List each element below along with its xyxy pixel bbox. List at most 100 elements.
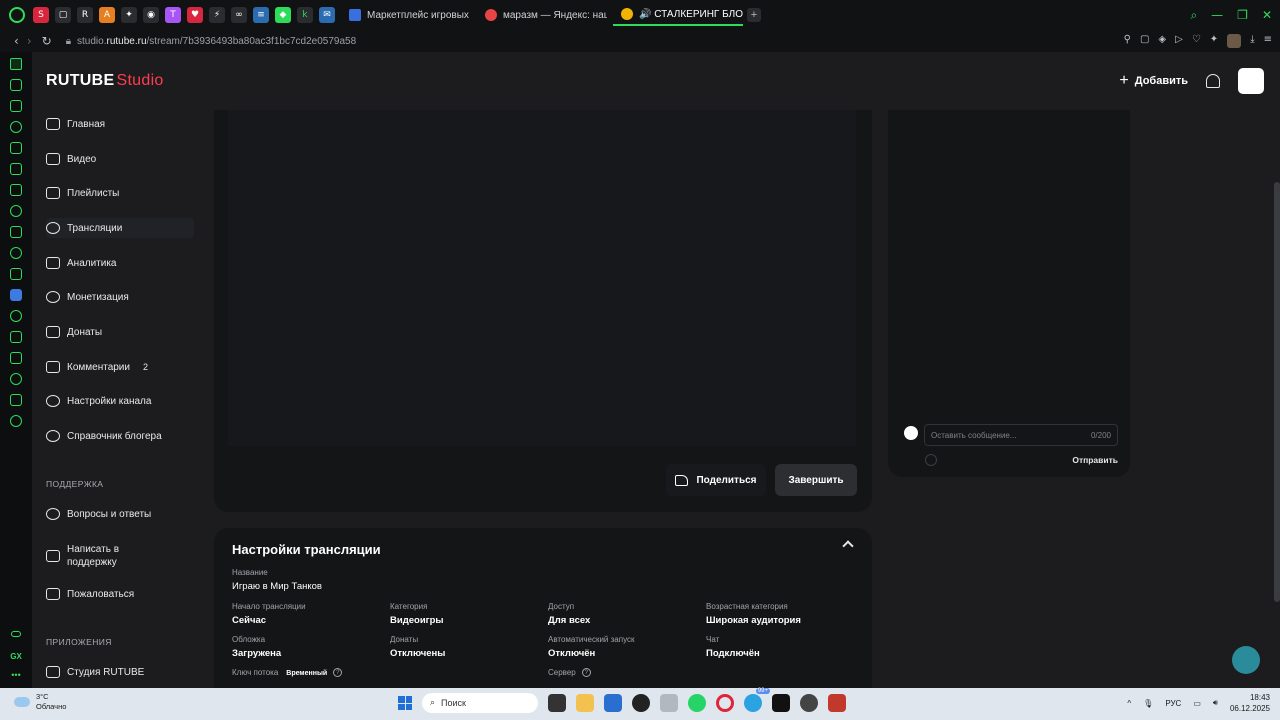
taskbar-search[interactable]: ⌕ Поиск	[422, 693, 538, 713]
file-explorer-icon[interactable]	[576, 694, 594, 712]
pinned-tab-icon[interactable]: ◆	[275, 7, 291, 23]
rutube-studio-logo[interactable]: RUTUBE Studio	[46, 72, 164, 90]
whatsapp-icon[interactable]	[688, 694, 706, 712]
vk-icon[interactable]	[10, 289, 22, 301]
sidebar-item-broadcasts[interactable]: Трансляции	[46, 218, 194, 238]
extensions-icon[interactable]: ✦	[1210, 34, 1218, 48]
microphone-icon[interactable]: 🎙︎	[1143, 699, 1153, 708]
telegram-icon[interactable]: 99+	[744, 688, 770, 712]
sidebar-item-playlists[interactable]: Плейлисты	[46, 183, 194, 203]
bell-icon[interactable]	[1206, 74, 1220, 88]
gamepad-icon[interactable]	[10, 79, 22, 91]
opera-logo-icon[interactable]	[9, 7, 25, 23]
minimize-icon[interactable]: —	[1211, 8, 1223, 23]
close-icon[interactable]: ✕	[1262, 8, 1272, 23]
help-icon[interactable]: ?	[581, 668, 591, 678]
sidebar-item-write-support[interactable]: Написать в поддержку	[46, 542, 156, 570]
extensions-icon[interactable]	[10, 394, 22, 406]
page-scrollbar[interactable]	[1274, 182, 1280, 602]
sidebar-item-home[interactable]: Главная	[46, 114, 194, 134]
new-tab-button[interactable]: +	[747, 8, 761, 22]
windows-start-icon[interactable]	[398, 696, 412, 710]
game-icon[interactable]	[828, 694, 846, 712]
pinned-tab-icon[interactable]: T	[165, 7, 181, 23]
sidebar-item-blogger-guide[interactable]: Справочник блогера	[46, 426, 194, 446]
m-icon[interactable]	[10, 184, 22, 196]
sidebar-item-monetization[interactable]: Монетизация	[46, 287, 194, 307]
media-player-icon[interactable]	[632, 694, 650, 712]
sidebar-item-studio-app[interactable]: Студия RUTUBE	[46, 662, 194, 682]
pinned-tab-icon[interactable]: ▢	[55, 7, 71, 23]
steam-icon[interactable]	[800, 694, 818, 712]
whatsapp-icon[interactable]	[10, 247, 22, 259]
send-icon[interactable]	[10, 331, 22, 343]
snapshot-icon[interactable]: ▢	[1140, 34, 1149, 48]
maximize-icon[interactable]: ❐	[1237, 8, 1248, 23]
gx-icon[interactable]: GX	[10, 652, 22, 661]
sidebar-item-donations[interactable]: Донаты	[46, 322, 194, 342]
emoji-icon[interactable]	[925, 454, 937, 466]
share-button[interactable]: Поделиться	[666, 464, 766, 496]
more-icon[interactable]: •••	[11, 670, 20, 680]
history-icon[interactable]	[10, 373, 22, 385]
pinned-tab-icon[interactable]: ≡	[253, 7, 269, 23]
pinned-tab-icon[interactable]: ◉	[143, 7, 159, 23]
heart-icon[interactable]: ♡	[1192, 34, 1201, 48]
clock[interactable]: 18:43 06.12.2025	[1230, 692, 1270, 714]
shield-icon[interactable]: ◈	[1158, 34, 1166, 48]
mods-icon[interactable]	[11, 631, 21, 637]
pin-icon[interactable]: ⚲	[1124, 34, 1131, 48]
volume-icon[interactable]: 🔊︎	[1213, 698, 1218, 708]
sidebar-item-faq[interactable]: Вопросы и ответы	[46, 504, 194, 524]
twitch-icon[interactable]	[10, 100, 22, 112]
player-icon[interactable]	[10, 310, 22, 322]
pinned-tab-icon[interactable]: ⚡	[209, 7, 225, 23]
task-view-icon[interactable]	[548, 694, 566, 712]
search-tabs-icon[interactable]: ⌕	[1190, 8, 1197, 23]
sidebar-item-video[interactable]: Видео	[46, 149, 194, 169]
chevron-up-icon[interactable]: ^	[1127, 699, 1131, 708]
weather-widget[interactable]: 3°C Облачно	[14, 692, 66, 712]
opera-icon[interactable]	[716, 694, 734, 712]
floating-chat-button[interactable]	[1232, 646, 1260, 674]
send-button[interactable]: Отправить	[1072, 455, 1118, 465]
avatar[interactable]	[1238, 68, 1264, 94]
profile-icon[interactable]	[1227, 34, 1242, 48]
language-indicator[interactable]: РУС	[1165, 699, 1181, 708]
settings-icon[interactable]	[10, 415, 22, 427]
sidebar-item-report[interactable]: Пожаловаться	[46, 584, 194, 604]
pinned-tab-icon[interactable]: k	[297, 7, 313, 23]
play-icon[interactable]: ▷	[1175, 34, 1183, 48]
forward-icon[interactable]: ›	[27, 34, 32, 48]
browser-tab[interactable]: маразм — Яндекс: нашл	[477, 4, 607, 26]
limiter-icon[interactable]	[10, 142, 22, 154]
url-field[interactable]: 🔒︎ studio.rutube.ru/stream/7b3936493ba80…	[66, 36, 356, 47]
back-icon[interactable]: ‹	[14, 34, 19, 48]
stream-preview[interactable]	[228, 110, 856, 446]
speed-icon[interactable]	[10, 121, 22, 133]
chat-message-input[interactable]: Оставить сообщение... 0/200	[924, 424, 1118, 446]
pinned-tab-icon[interactable]: ✦	[121, 7, 137, 23]
home-icon[interactable]	[10, 58, 22, 70]
pinned-tab-icon[interactable]: A	[99, 7, 115, 23]
network-icon[interactable]: ▭	[1193, 699, 1201, 708]
browser-tab-active[interactable]: 🔊 СТАЛКЕРИНГ БЛОГЕ	[613, 4, 743, 26]
sidebar-item-comments[interactable]: Комментарии 2	[46, 357, 194, 377]
pinned-tab-icon[interactable]: R	[77, 7, 93, 23]
telegram-icon[interactable]	[10, 268, 22, 280]
app-icon[interactable]	[660, 694, 678, 712]
menu-icon[interactable]: ≡	[1264, 34, 1272, 48]
end-stream-button[interactable]: Завершить	[775, 464, 857, 496]
browser-tab[interactable]: Маркетплейс игровых то	[341, 4, 471, 26]
help-icon[interactable]: ?	[333, 668, 343, 678]
chevron-up-icon[interactable]	[842, 540, 854, 552]
sidebar-item-channel-settings[interactable]: Настройки канала	[46, 391, 194, 411]
wallet-icon[interactable]	[10, 352, 22, 364]
sidebar-item-analytics[interactable]: Аналитика	[46, 253, 194, 273]
pinned-tab-icon[interactable]: ∞	[231, 7, 247, 23]
terminal-icon[interactable]	[772, 694, 790, 712]
store-icon[interactable]	[604, 694, 622, 712]
reload-icon[interactable]: ↻	[42, 34, 52, 48]
pinned-tab-icon[interactable]: ♥	[187, 7, 203, 23]
add-button[interactable]: + Добавить	[1119, 72, 1188, 90]
